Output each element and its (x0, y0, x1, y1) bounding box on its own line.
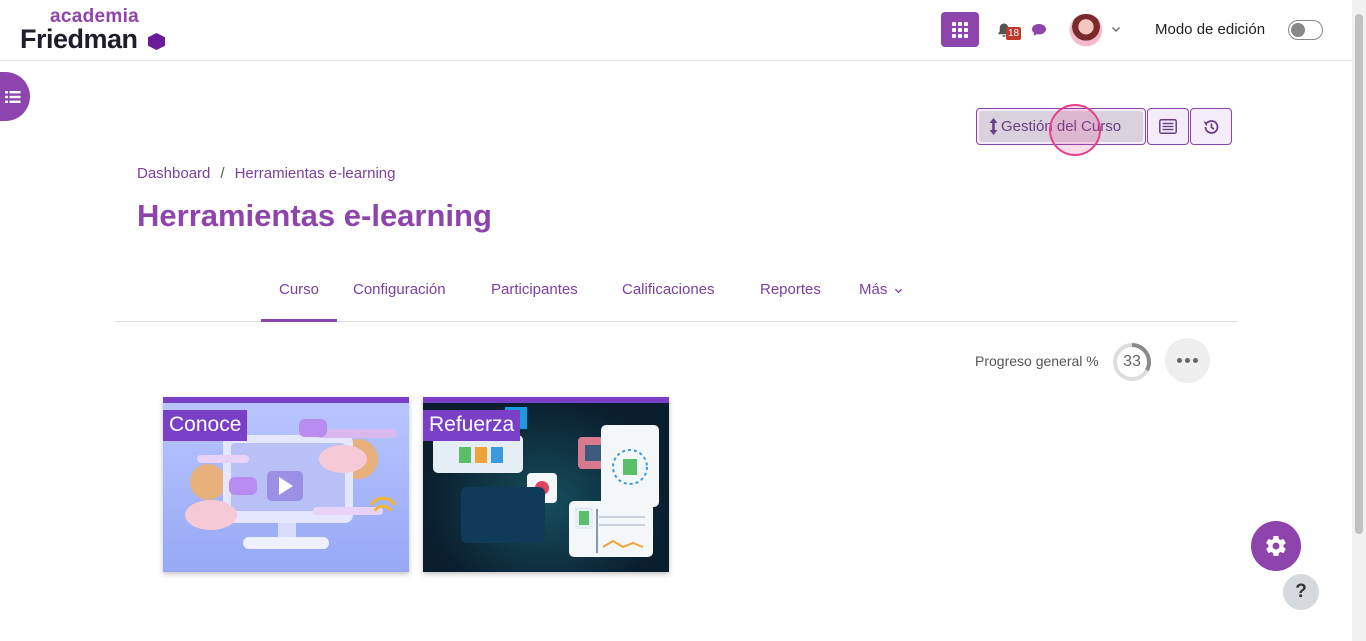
course-tabs: Curso Configuración Participantes Califi… (115, 270, 1238, 322)
grid-icon (952, 21, 968, 38)
notifications-count-badge: 18 (1006, 27, 1022, 40)
page-scrollbar[interactable] (1352, 0, 1366, 641)
page-title: Herramientas e-learning (137, 198, 492, 233)
section-card-title: Refuerza (423, 410, 521, 441)
course-index-drawer-button[interactable] (0, 72, 30, 121)
apps-menu-button[interactable] (941, 12, 979, 47)
edit-mode-label: Modo de edición (1155, 21, 1266, 38)
tab-label: Configuración (353, 281, 446, 298)
tab-calificaciones[interactable]: Calificaciones (622, 281, 715, 322)
breadcrumb-item-course[interactable]: Herramientas e-learning (235, 165, 396, 182)
user-avatar[interactable] (1069, 13, 1103, 47)
list-box-icon (1159, 119, 1177, 134)
section-card-conoce[interactable]: Conoce (163, 397, 409, 572)
sort-vertical-icon (989, 118, 998, 135)
logo-hexagon-icon (148, 33, 165, 50)
tab-label: Participantes (491, 281, 578, 298)
tab-mas[interactable]: Más (859, 281, 903, 322)
academia-friedman-logo[interactable]: academia Friedman (20, 6, 170, 56)
more-options-button[interactable] (1165, 338, 1210, 383)
breadcrumb: Dashboard / Herramientas e-learning (137, 165, 395, 182)
overall-progress-label: Progreso general % (975, 353, 1099, 369)
chevron-down-icon[interactable] (1111, 24, 1121, 34)
settings-fab-button[interactable] (1251, 521, 1301, 571)
tab-reportes[interactable]: Reportes (760, 281, 821, 322)
tab-label: Calificaciones (622, 281, 715, 298)
list-icon (5, 90, 21, 103)
tab-label: Reportes (760, 281, 821, 298)
breadcrumb-separator: / (220, 165, 225, 182)
course-history-button[interactable] (1190, 108, 1232, 145)
course-action-buttons: Gestión del Curso (976, 108, 1232, 145)
help-button[interactable]: ? (1283, 574, 1319, 610)
gear-icon (1266, 535, 1286, 556)
logo-text-bottom: Friedman (20, 24, 138, 54)
section-card-title: Conoce (163, 410, 248, 441)
ellipsis-icon (1177, 358, 1182, 363)
tab-curso[interactable]: Curso (261, 281, 337, 322)
tab-label: Curso (278, 281, 319, 298)
scrollbar-thumb[interactable] (1355, 14, 1363, 534)
breadcrumb-item-dashboard[interactable]: Dashboard (137, 165, 210, 182)
top-navbar: academia Friedman 18 Modo de edición (0, 0, 1352, 61)
click-indicator (1049, 104, 1101, 156)
tab-configuracion[interactable]: Configuración (353, 281, 446, 322)
tab-label: Más (859, 281, 888, 298)
course-outline-button[interactable] (1147, 108, 1189, 145)
section-card-refuerza[interactable]: Refuerza (423, 397, 669, 572)
tab-participantes[interactable]: Participantes (491, 281, 578, 322)
chat-icon[interactable] (1031, 23, 1047, 37)
chevron-down-icon (894, 288, 902, 293)
overall-progress-value: 33 (1123, 353, 1141, 370)
history-icon (1203, 119, 1219, 134)
edit-mode-toggle[interactable] (1288, 20, 1323, 40)
